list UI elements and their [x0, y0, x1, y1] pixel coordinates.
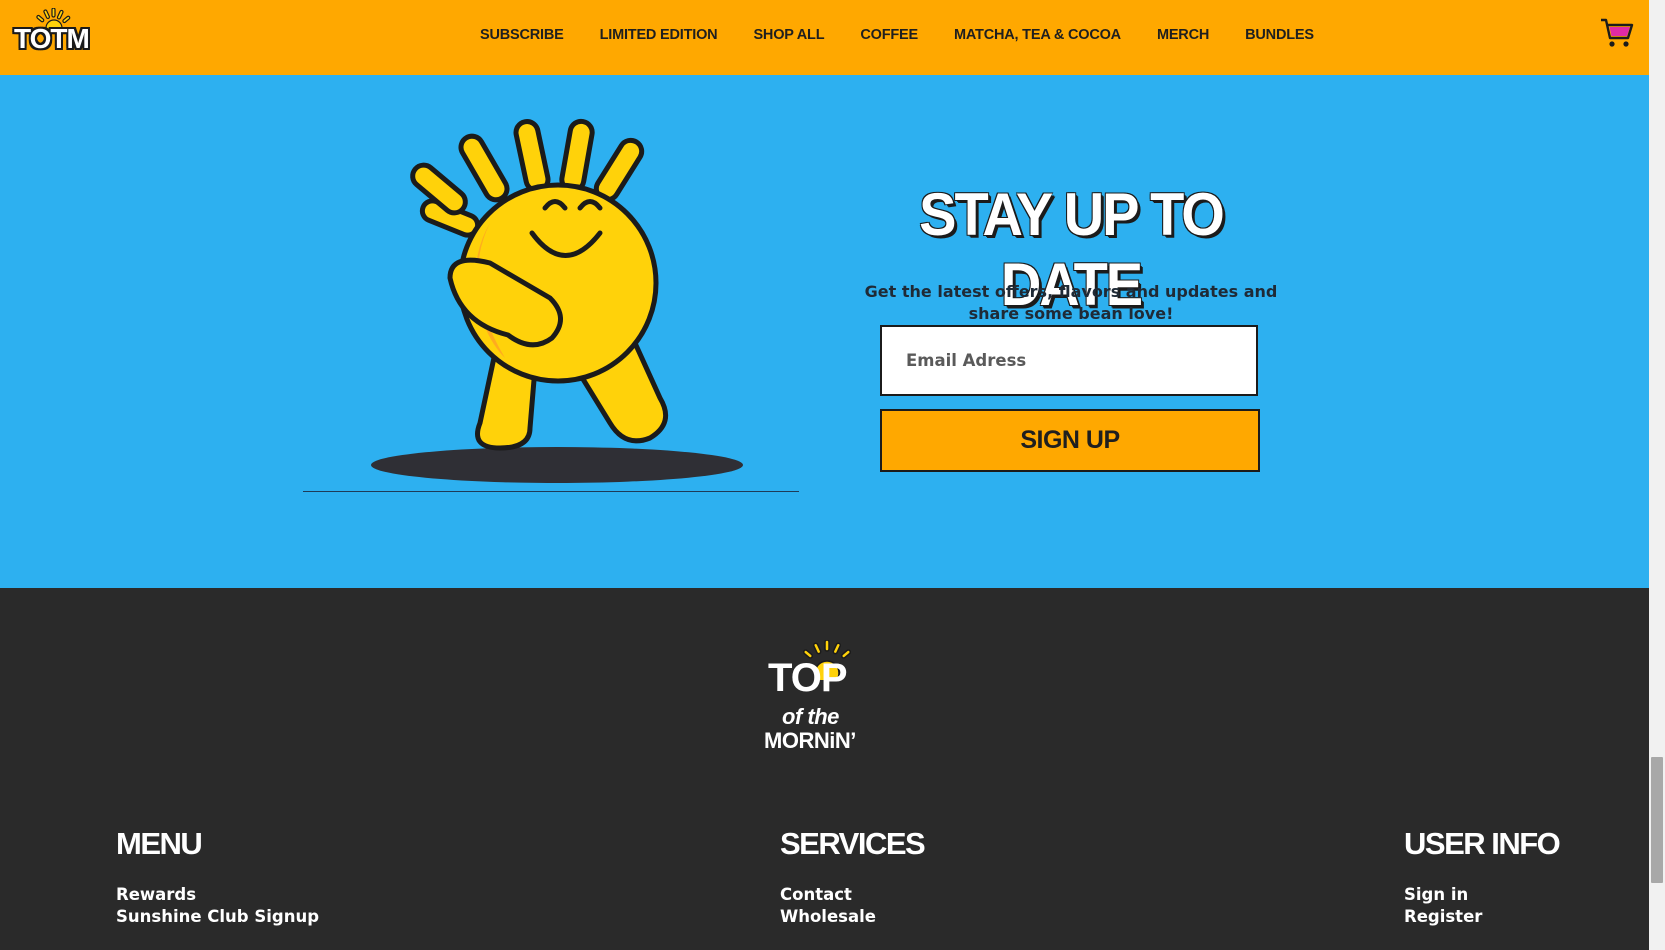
nav-merch[interactable]: MERCH	[1157, 27, 1209, 43]
site-logo[interactable]: TOTM	[12, 8, 98, 54]
email-field[interactable]	[880, 325, 1258, 396]
footer-link-sign-in[interactable]: Sign in	[1404, 884, 1559, 906]
cart-icon[interactable]	[1600, 16, 1634, 50]
footer-link-contact[interactable]: Contact	[780, 884, 924, 906]
footer-link-register[interactable]: Register	[1404, 906, 1559, 928]
page: TOTM SUBSCRIBE LIMITED EDITION SHOP ALL …	[0, 0, 1649, 950]
footer-logo[interactable]: TOP of the MORNiN’	[764, 640, 882, 756]
footer-user-info-heading: USER INFO	[1404, 826, 1561, 861]
site-header: TOTM SUBSCRIBE LIMITED EDITION SHOP ALL …	[0, 0, 1649, 75]
page-scrollbar[interactable]	[1649, 0, 1665, 950]
walking-sun-mascot-icon	[371, 118, 743, 483]
nav-matcha-tea-cocoa[interactable]: MATCHA, TEA & COCOA	[954, 27, 1121, 43]
footer-link-rewards[interactable]: Rewards	[116, 884, 319, 906]
footer-services-column: SERVICES Contact Wholesale	[780, 826, 926, 928]
footer-link-wholesale[interactable]: Wholesale	[780, 906, 924, 928]
footer-services-heading: SERVICES	[780, 826, 926, 861]
nav-subscribe[interactable]: SUBSCRIBE	[480, 27, 564, 43]
nav-shop-all[interactable]: SHOP ALL	[753, 27, 824, 43]
nav-coffee[interactable]: COFFEE	[860, 27, 918, 43]
nav-limited-edition[interactable]: LIMITED EDITION	[600, 27, 718, 43]
scrollbar-thumb[interactable]	[1651, 757, 1663, 883]
footer-link-sunshine-club-signup[interactable]: Sunshine Club Signup	[116, 906, 319, 928]
site-footer: TOP of the MORNiN’ MENU Rewards Sunshine…	[0, 588, 1649, 950]
footer-user-info-column: USER INFO Sign in Register	[1404, 826, 1561, 928]
main-nav: SUBSCRIBE LIMITED EDITION SHOP ALL COFFE…	[480, 0, 1350, 70]
footer-menu-heading: MENU	[116, 826, 203, 861]
footer-logo-line3: MORNiN’	[764, 728, 856, 753]
footer-logo-line1: TOP	[768, 656, 848, 700]
logo-text: TOTM	[14, 23, 90, 54]
footer-menu-column: MENU Rewards Sunshine Club Signup	[116, 826, 319, 928]
nav-bundles[interactable]: BUNDLES	[1245, 27, 1314, 43]
sign-up-button[interactable]: SIGN UP	[880, 409, 1260, 472]
footer-logo-line2: of the	[782, 704, 839, 729]
image-divider	[303, 491, 799, 492]
newsletter-description: Get the latest offers, flavors and updat…	[864, 282, 1278, 323]
newsletter-section: STAY UP TO DATE Get the latest offers, f…	[0, 75, 1649, 588]
